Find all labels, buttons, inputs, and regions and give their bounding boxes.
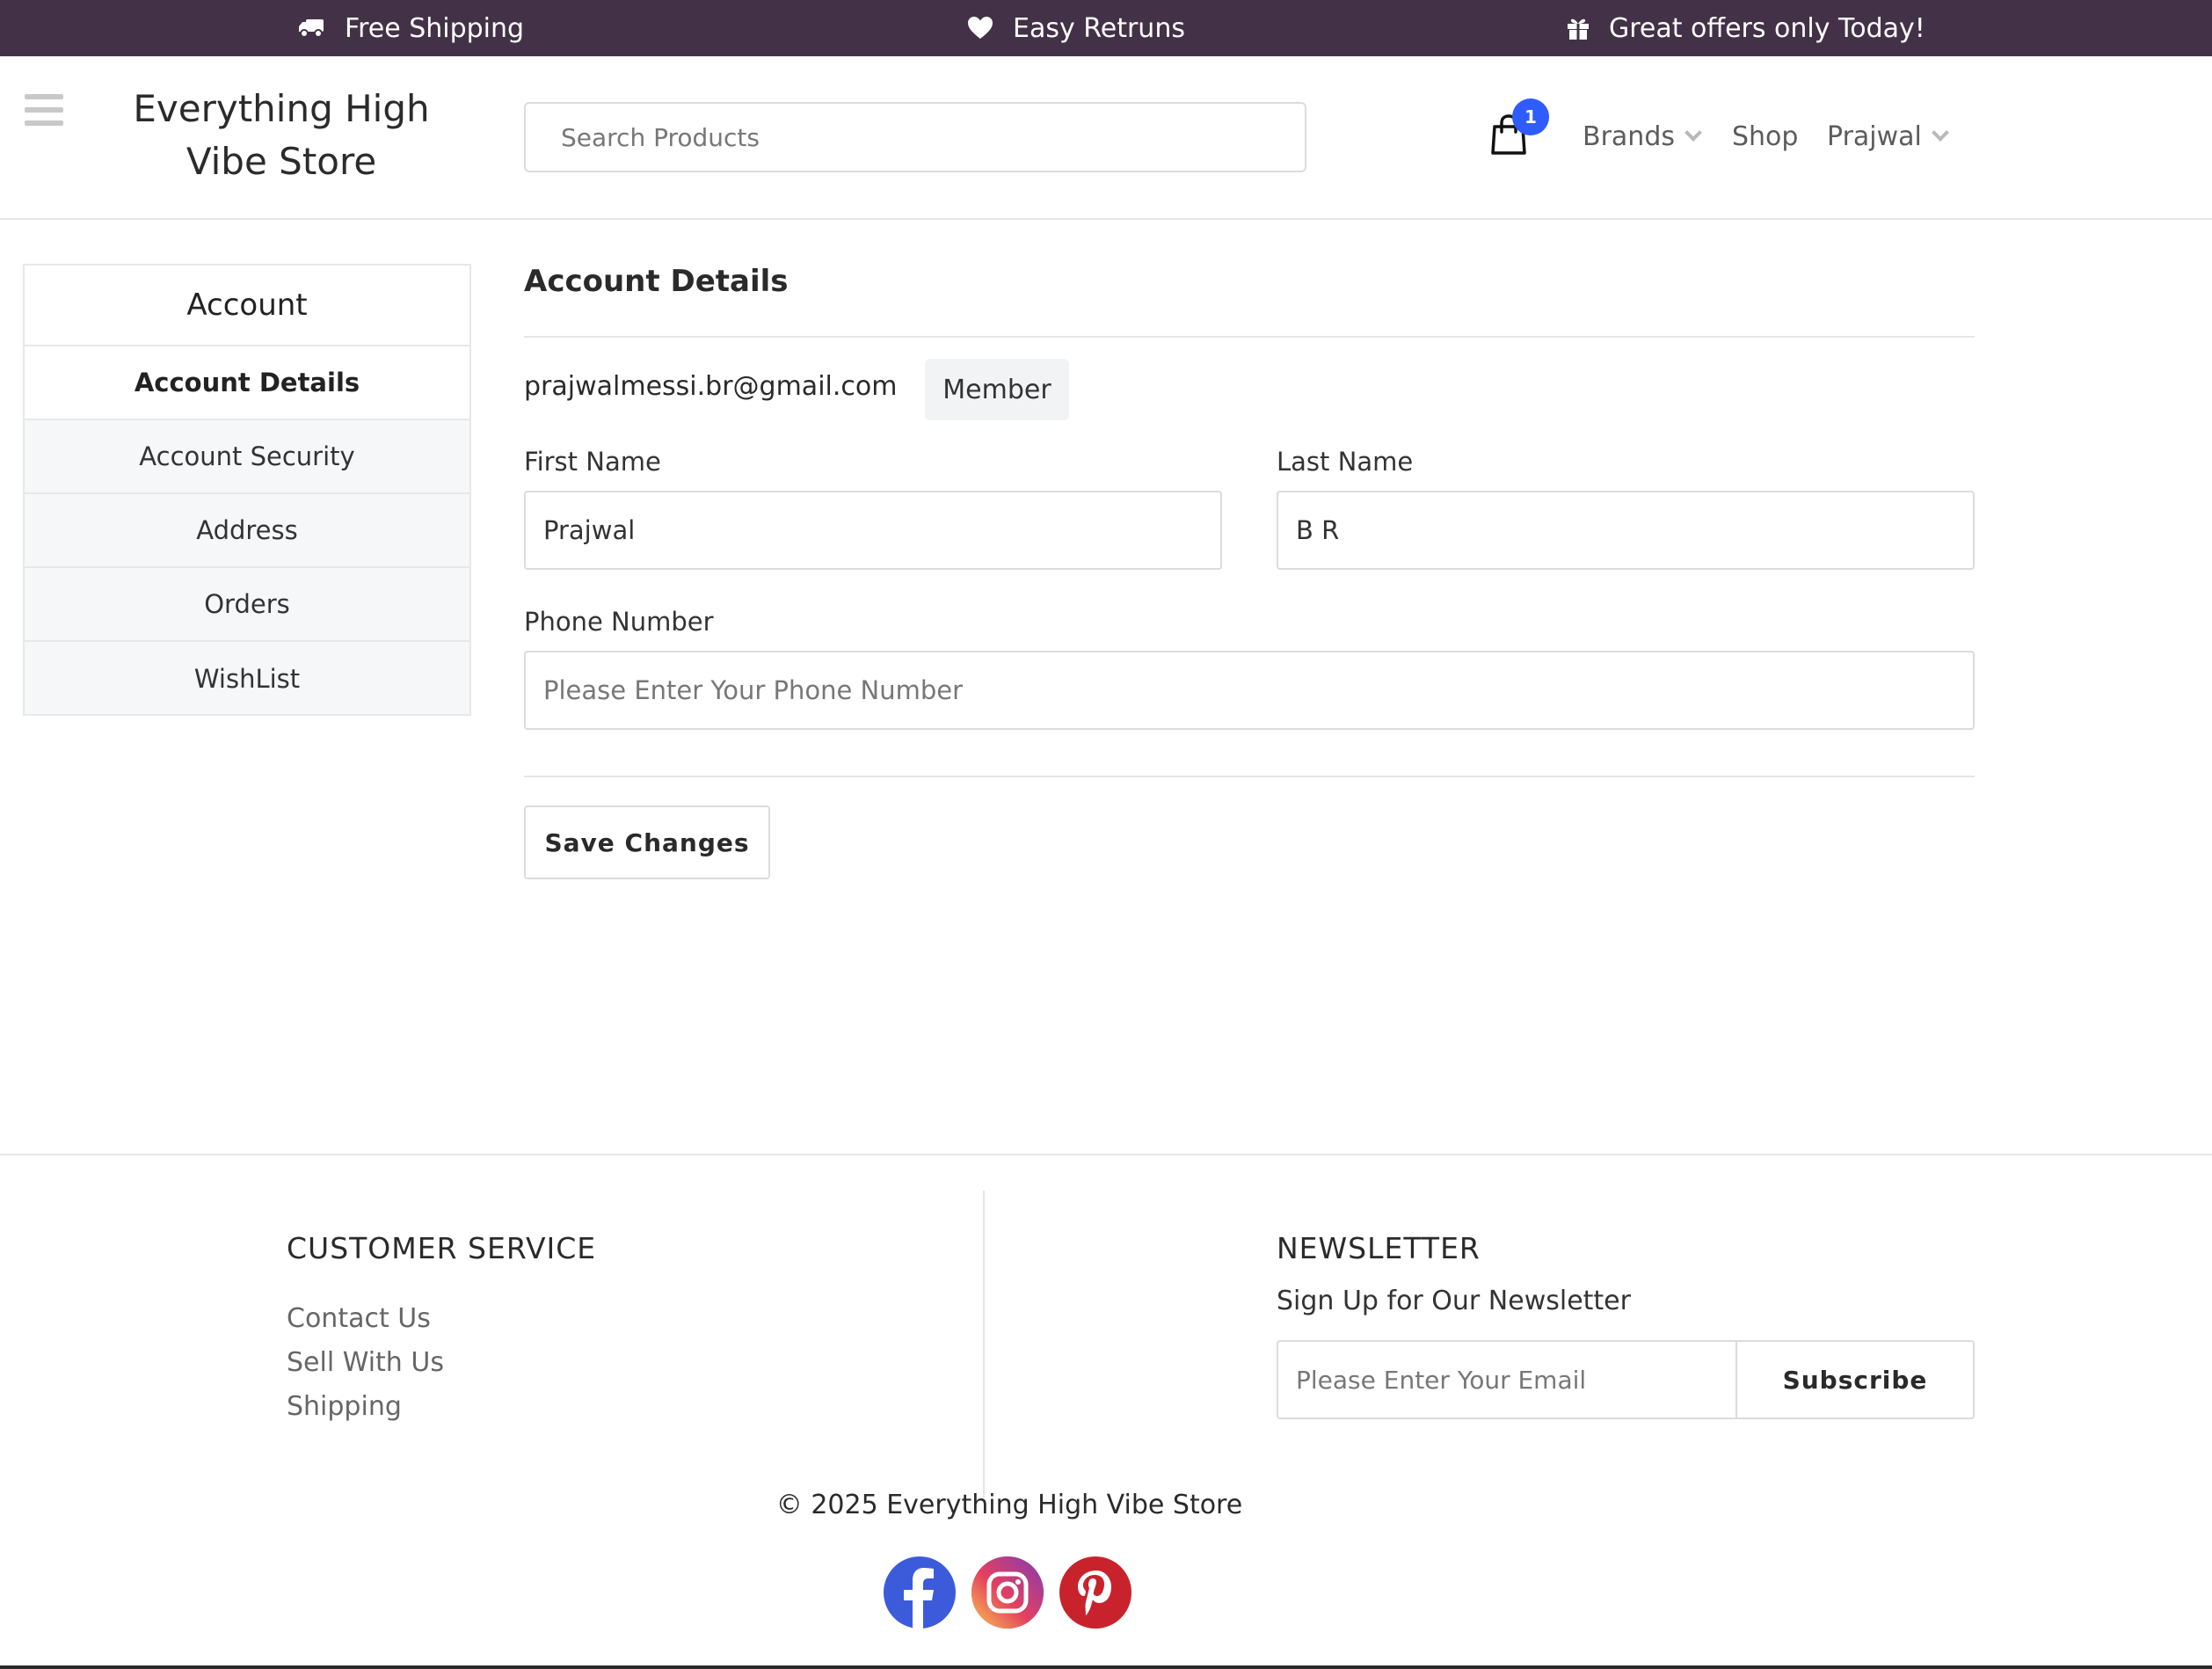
footer-link-sell-with-us[interactable]: Sell With Us [287,1347,444,1378]
account-sidebar: Account Account Details Account Security… [23,264,471,716]
divider [524,776,1975,777]
chevron-down-icon [1684,124,1702,142]
search-input[interactable] [524,102,1306,172]
chevron-down-icon [1931,124,1949,142]
gift-icon [1568,18,1589,40]
first-name-input[interactable] [524,491,1222,570]
footer-divider [983,1191,985,1498]
sidebar-item-account-details[interactable]: Account Details [25,346,469,420]
promo-free-shipping: Free Shipping [297,0,524,56]
phone-label: Phone Number [524,607,714,637]
instagram-glyph [971,1556,1044,1629]
customer-service-heading: CUSTOMER SERVICE [287,1231,597,1265]
role-badge: Member [925,359,1069,420]
heart-icon [968,17,993,39]
account-email: prajwalmessi.br@gmail.com [524,371,898,402]
cart-count-badge: 1 [1512,98,1549,135]
sidebar-item-wishlist[interactable]: WishList [25,642,469,716]
last-name-label: Last Name [1277,447,1414,477]
menu-icon[interactable] [25,94,63,126]
sidebar-title: Account [25,266,469,346]
nav-user-label: Prajwal [1827,120,1922,152]
footer-link-shipping[interactable]: Shipping [287,1391,402,1422]
newsletter-heading: NEWSLETTER [1277,1231,1481,1265]
facebook-glyph [904,1568,934,1629]
pinterest-icon[interactable] [1059,1556,1131,1629]
site-footer: CUSTOMER SERVICE Contact Us Sell With Us… [0,1154,2212,1669]
sidebar-item-account-security[interactable]: Account Security [25,420,469,494]
store-logo-text[interactable]: Everything High Vibe Store [106,83,457,188]
sidebar-item-orders[interactable]: Orders [25,568,469,642]
nav-shop-label: Shop [1732,120,1799,152]
subscribe-button[interactable]: Subscribe [1735,1340,1975,1419]
instagram-icon[interactable] [971,1556,1044,1629]
promo-returns-text: Easy Retruns [1013,12,1185,44]
bottom-border [0,1665,2212,1669]
pinterest-glyph [1078,1571,1111,1615]
last-name-input[interactable] [1277,491,1975,570]
copyright-text: © 2025 Everything High Vibe Store [775,1490,1243,1520]
truck-icon [299,19,324,38]
sidebar-item-address[interactable]: Address [25,494,469,568]
divider [524,336,1975,338]
newsletter-subheading: Sign Up for Our Newsletter [1277,1286,1631,1316]
footer-link-contact-us[interactable]: Contact Us [287,1303,431,1334]
save-changes-button[interactable]: Save Changes [524,805,770,879]
nav-user-dropdown[interactable]: Prajwal [1827,118,1949,155]
facebook-icon[interactable] [884,1556,956,1629]
page-title: Account Details [524,264,789,299]
promo-shipping-text: Free Shipping [345,12,525,44]
nav-shop-link[interactable]: Shop [1732,118,1798,155]
promo-bar: Free Shipping Easy Retruns Great offers … [0,0,2212,56]
promo-offers: Great offers only Today! [1567,0,1925,56]
nav-brands-dropdown[interactable]: Brands [1583,118,1702,155]
phone-input[interactable] [524,651,1975,730]
first-name-label: First Name [524,447,661,477]
nav-brands-label: Brands [1583,120,1675,152]
promo-offers-text: Great offers only Today! [1609,12,1925,44]
site-header: Everything High Vibe Store 1 Brands Shop… [0,56,2212,220]
newsletter-email-input[interactable] [1277,1340,1737,1419]
promo-easy-returns: Easy Retruns [967,0,1185,56]
